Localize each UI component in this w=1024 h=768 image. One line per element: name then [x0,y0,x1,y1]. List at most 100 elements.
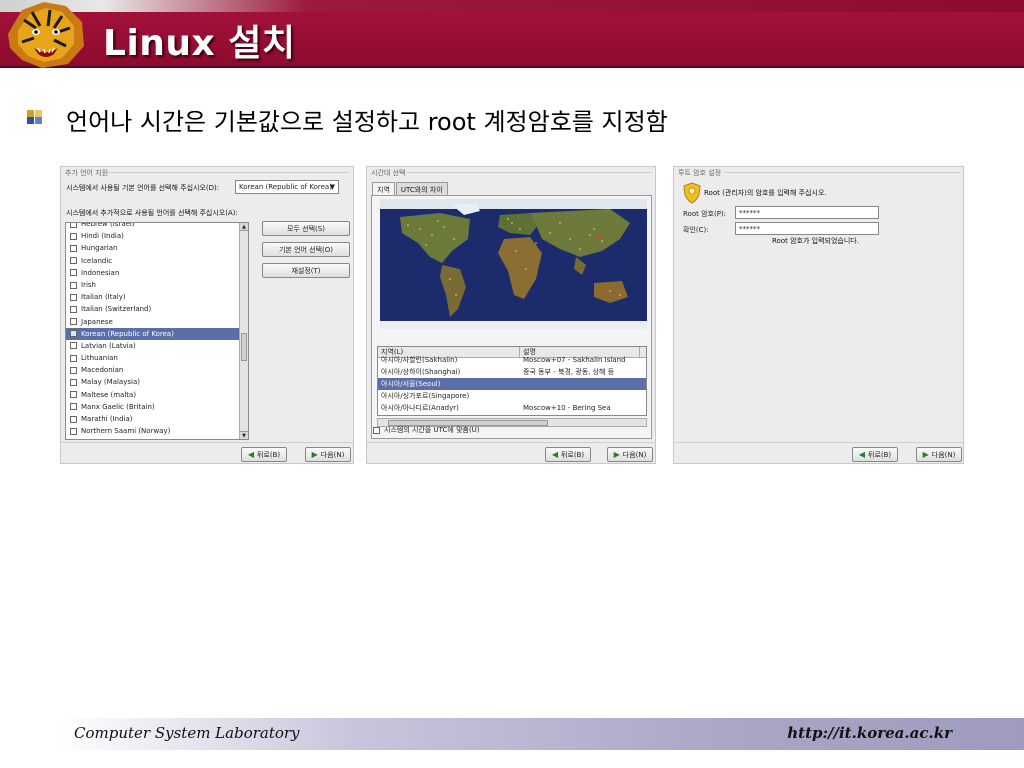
timezone-table[interactable]: 지역(L) 설명 아시아/사할린(Sakhalin) Moscow+07 - Sa… [377,346,647,416]
timezone-description: Moscow+10 - Bering Sea [523,404,611,412]
next-button[interactable]: ▶ 다음(N) [305,447,351,462]
language-checkbox[interactable] [70,379,77,387]
language-checkbox[interactable] [70,281,77,289]
language-checkbox[interactable] [70,330,77,338]
language-list[interactable]: Hebrew (Israel) Hindi (India) Hungarian Ice… [65,222,249,440]
timezone-location: 아시아/싱가포르(Singapore) [381,392,470,400]
group-divider [407,172,652,173]
table-row[interactable]: 아시아/아나디르(Anadyr) Moscow+10 - Bering Sea [378,402,646,414]
language-panel: 추가 언어 지원 시스템에서 사용될 기본 언어를 선택해 주십시오(D): K… [60,166,354,464]
list-item[interactable]: Malay (Malaysia) [66,376,239,388]
arrow-right-icon: ▶ [922,450,929,459]
language-label: Hindi (India) [81,232,124,241]
confirm-password-input[interactable]: ****** [735,222,879,235]
scroll-down-icon[interactable]: ▼ [240,431,248,439]
language-checkbox[interactable] [70,342,77,350]
timezone-group-label: 시간대 선택 [371,169,406,177]
list-item[interactable]: Hebrew (Israel) [66,223,239,230]
language-label: Maltese (malta) [81,390,137,399]
list-item[interactable]: Hungarian [66,242,239,254]
root-password-input[interactable]: ****** [735,206,879,219]
back-button[interactable]: ◀ 뒤로(B) [545,447,591,462]
list-item[interactable]: Icelandic [66,255,239,267]
default-language-value: Korean (Republic of Korea) [239,183,332,191]
confirm-password-label: 확인(C): [683,226,709,234]
language-checkbox[interactable] [70,223,77,228]
default-language-only-button[interactable]: 기본 언어 선택(O) [262,242,350,257]
password-status: Root 암호가 입력되었습니다. [772,237,859,245]
language-checkbox[interactable] [70,403,77,411]
bullet-cube-icon [27,110,42,124]
language-checkbox[interactable] [70,244,77,252]
list-item[interactable]: Maltese (malta) [66,389,239,401]
language-checkbox[interactable] [70,293,77,301]
header-top-stripe [0,0,1024,12]
select-all-button[interactable]: 모두 선택(S) [262,221,350,236]
language-label: Japanese [81,317,113,326]
footer-url[interactable]: http://it.korea.ac.kr [787,724,952,742]
root-password-panel: 루트 암호 설정 Root (관리자)의 암호를 입력해 주십시오. Root … [673,166,964,464]
key-shield-icon [683,182,701,204]
tab-location[interactable]: 지역 [372,182,395,195]
language-checkbox[interactable] [70,427,77,435]
table-row[interactable]: 아시아/싱가포르(Singapore) [378,390,646,402]
bullet-text: 언어나 시간은 기본값으로 설정하고 root 계정암호를 지정함 [66,108,668,136]
list-item[interactable]: Korean (Republic of Korea) [66,327,239,340]
reset-button[interactable]: 재설정(T) [262,263,350,278]
list-item[interactable]: Northern Saami (Norway) [66,425,239,437]
language-checkbox[interactable] [70,257,77,265]
back-label: 뒤로(B) [868,450,892,459]
language-label: Irish [81,280,96,289]
language-list-scrollbar[interactable]: ▲ ▼ [239,223,248,439]
list-item[interactable]: Irish [66,279,239,291]
scroll-thumb[interactable] [241,333,247,361]
arrow-right-icon: ▶ [613,450,620,459]
language-checkbox[interactable] [70,391,77,399]
back-button[interactable]: ◀ 뒤로(B) [852,447,898,462]
default-language-combo[interactable]: Korean (Republic of Korea) ▼ [235,180,339,194]
bottom-divider [674,442,963,443]
list-item[interactable]: Manx Gaelic (Britain) [66,401,239,413]
next-button[interactable]: ▶ 다음(N) [916,447,962,462]
tiger-logo-icon [8,2,84,68]
table-row[interactable]: 아시아/상하이(Shanghai) 중국 동부 - 북경, 광동, 상해 등 [378,366,646,378]
list-item[interactable]: Lithuanian [66,352,239,364]
tab-utc-offset[interactable]: UTC와의 차이 [395,182,448,195]
list-item[interactable]: Japanese [66,316,239,328]
utc-checkbox-label: 시스템의 시간을 UTC에 맞춤(U) [384,426,480,434]
arrow-left-icon: ◀ [247,450,254,459]
arrow-right-icon: ▶ [311,450,318,459]
world-map[interactable] [380,199,647,329]
list-item[interactable]: Macedonian [66,364,239,376]
next-button[interactable]: ▶ 다음(N) [607,447,653,462]
language-label: Norwegian [81,437,119,439]
list-item[interactable]: Norwegian [66,437,239,439]
language-checkbox[interactable] [70,269,77,277]
list-item[interactable]: Indonesian [66,267,239,279]
language-checkbox[interactable] [70,305,77,313]
utc-checkbox-row[interactable]: 시스템의 시간을 UTC에 맞춤(U) [373,425,480,435]
list-item[interactable]: Latvian (Latvia) [66,340,239,352]
language-checkbox[interactable] [70,318,77,326]
language-label: Lithuanian [81,354,118,363]
language-checkbox[interactable] [70,366,77,374]
language-checkbox[interactable] [70,354,77,362]
table-row[interactable]: 아시아/서울(Seoul) [378,378,646,390]
list-item[interactable]: Italian (Italy) [66,291,239,303]
timezone-description [520,378,640,390]
table-row[interactable]: 아시아/사할린(Sakhalin) Moscow+07 - Sakhalin Is… [378,354,646,366]
scroll-up-icon[interactable]: ▲ [240,223,248,231]
language-checkbox[interactable] [70,415,77,423]
utc-checkbox[interactable] [373,426,380,434]
list-item[interactable]: Italian (Switzerland) [66,303,239,315]
back-button[interactable]: ◀ 뒤로(B) [241,447,287,462]
back-label: 뒤로(B) [561,450,585,459]
language-checkbox[interactable] [70,232,77,240]
list-item[interactable]: Marathi (India) [66,413,239,425]
language-label: Marathi (India) [81,415,133,423]
next-label: 다음(N) [320,450,345,459]
timezone-panel: 시간대 선택 지역 UTC와의 차이 지역(L) 설명 아시아/사할린(Sakh… [366,166,656,464]
list-item[interactable]: Hindi (India) [66,230,239,242]
timezone-description: Moscow+07 - Sakhalin Island [523,356,626,364]
language-label: Latvian (Latvia) [81,341,136,350]
